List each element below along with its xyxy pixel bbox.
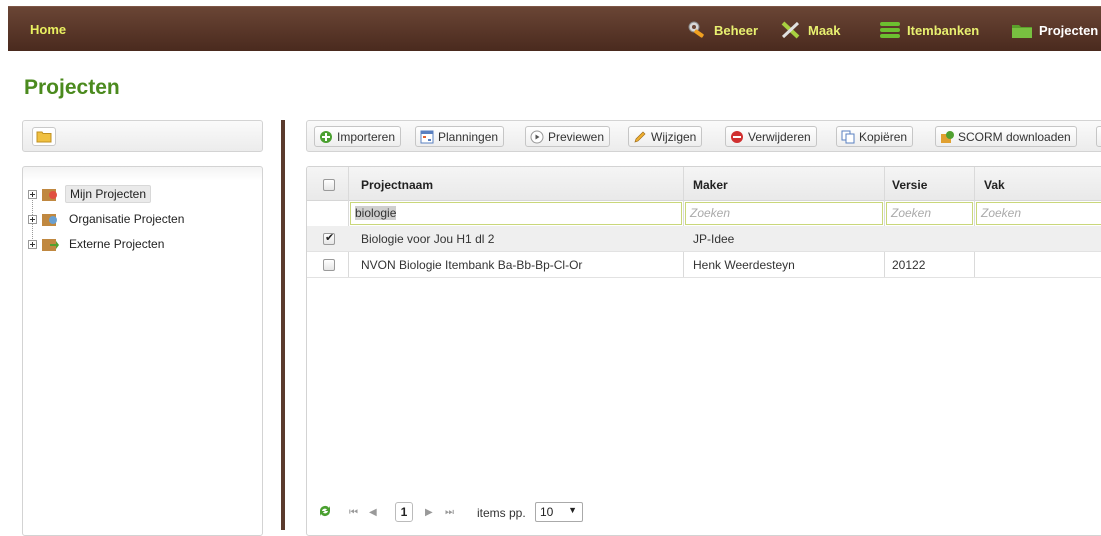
page-title: Projecten [24, 76, 120, 99]
items-per-page-label: items pp. [477, 506, 526, 520]
wrench-icon [686, 20, 708, 40]
expand-icon[interactable] [28, 189, 37, 199]
nav-maak[interactable]: Maak [780, 19, 841, 41]
table-row[interactable]: Biologie voor Jou H1 dl 2 JP-Idee [307, 226, 1101, 252]
delete-circle-icon [730, 130, 744, 144]
more-toolbar-button[interactable] [1096, 126, 1101, 147]
tree-item-externe-projecten[interactable]: Externe Projecten [28, 234, 168, 254]
scorm-download-label: SCORM downloaden [958, 129, 1071, 144]
refresh-icon[interactable] [317, 503, 333, 522]
scorm-package-icon [940, 130, 954, 144]
next-page-icon[interactable]: ▶ [425, 507, 433, 518]
organisation-projects-icon [41, 211, 59, 227]
grid-pager: ⏮ ◀ 1 ▶ ⏭ items pp. 10 ▼ [307, 497, 1101, 527]
project-tree: Mijn Projecten Organisatie Projecten Ext… [22, 166, 263, 536]
scorm-download-button[interactable]: SCORM downloaden [935, 126, 1077, 147]
tools-icon [780, 20, 802, 40]
chevron-down-icon: ▼ [568, 505, 577, 515]
copy-icon [841, 130, 855, 144]
edit-button[interactable]: Wijzigen [628, 126, 703, 147]
table-row[interactable]: NVON Biologie Itembank Ba-Bb-Bp-Cl-Or He… [307, 252, 1101, 278]
last-page-icon[interactable]: ⏭ [445, 507, 454, 518]
nav-beheer-label: Beheer [714, 22, 759, 38]
cell-maker: JP-Idee [693, 232, 735, 246]
first-page-icon[interactable]: ⏮ [349, 507, 358, 518]
filter-value: biologie [355, 206, 397, 220]
projectnaam-filter-input[interactable]: biologie [350, 202, 682, 225]
items-per-page-select[interactable]: 10 ▼ [535, 502, 583, 522]
user-projects-icon [41, 186, 59, 202]
home-link[interactable]: Home [30, 22, 66, 37]
items-per-page-value: 10 [540, 505, 554, 519]
cell-versie: 20122 [892, 258, 926, 272]
row-checkbox[interactable] [323, 259, 335, 271]
vak-filter-input[interactable]: Zoeken [976, 202, 1101, 225]
versie-filter-input[interactable]: Zoeken [886, 202, 973, 225]
previous-page-icon[interactable]: ◀ [369, 507, 377, 518]
import-label: Importeren [337, 129, 396, 144]
panel-splitter[interactable] [281, 120, 285, 530]
preview-label: Previewen [548, 129, 605, 144]
row-checkbox[interactable] [323, 231, 335, 245]
current-page-number[interactable]: 1 [395, 502, 413, 522]
expand-icon[interactable] [28, 239, 37, 249]
select-all-checkbox[interactable] [323, 179, 335, 191]
open-folder-button[interactable] [32, 127, 56, 146]
tree-item-label: Externe Projecten [69, 237, 165, 251]
edit-label: Wijzigen [651, 129, 697, 144]
tree-item-label: Mijn Projecten [65, 185, 152, 203]
projects-grid: Projectnaam Maker Versie Vak biologie Zo… [306, 166, 1101, 536]
cell-maker: Henk Weerdesteyn [693, 258, 795, 272]
column-header-projectnaam[interactable]: Projectnaam [361, 178, 433, 192]
delete-button[interactable]: Verwijderen [725, 126, 817, 147]
preview-button[interactable]: Previewen [525, 126, 611, 147]
nav-itembanken-label: Itembanken [907, 22, 980, 38]
cell-projectnaam: NVON Biologie Itembank Ba-Bb-Bp-Cl-Or [361, 258, 583, 272]
column-header-vak[interactable]: Vak [984, 178, 1005, 192]
folder-open-icon [36, 131, 52, 143]
tree-item-organisatie-projecten[interactable]: Organisatie Projecten [28, 209, 188, 229]
tree-item-label: Organisatie Projecten [69, 212, 185, 226]
tree-item-mijn-projecten[interactable]: Mijn Projecten [28, 184, 152, 204]
expand-icon[interactable] [28, 214, 37, 224]
pencil-icon [633, 130, 647, 144]
column-header-maker[interactable]: Maker [693, 178, 728, 192]
folder-icon [1011, 20, 1033, 40]
project-toolbar: Importeren Planningen Previewen Wijzigen… [306, 120, 1101, 152]
external-projects-icon [41, 236, 59, 252]
nav-projecten-label: Projecten [1039, 22, 1099, 38]
nav-beheer[interactable]: Beheer [686, 19, 758, 41]
top-navigation-bar: Home Beheer Maak Itembanken Projecten [8, 6, 1101, 51]
copy-label: Kopiëren [859, 129, 908, 144]
planningen-label: Planningen [438, 129, 499, 144]
database-icon [879, 20, 901, 40]
nav-projecten[interactable]: Projecten [1011, 19, 1098, 41]
delete-label: Verwijderen [748, 129, 811, 144]
grid-header: Projectnaam Maker Versie Vak [307, 167, 1101, 201]
planningen-button[interactable]: Planningen [415, 126, 505, 147]
cell-projectnaam: Biologie voor Jou H1 dl 2 [361, 232, 495, 246]
column-header-versie[interactable]: Versie [892, 178, 927, 192]
nav-maak-label: Maak [808, 22, 841, 38]
import-button[interactable]: Importeren [314, 126, 402, 147]
maker-filter-input[interactable]: Zoeken [685, 202, 883, 225]
calendar-icon [420, 130, 434, 144]
nav-itembanken[interactable]: Itembanken [879, 19, 979, 41]
add-circle-icon [319, 130, 333, 144]
left-toolbar [22, 120, 263, 152]
copy-button[interactable]: Kopiëren [836, 126, 914, 147]
play-circle-icon [530, 130, 544, 144]
